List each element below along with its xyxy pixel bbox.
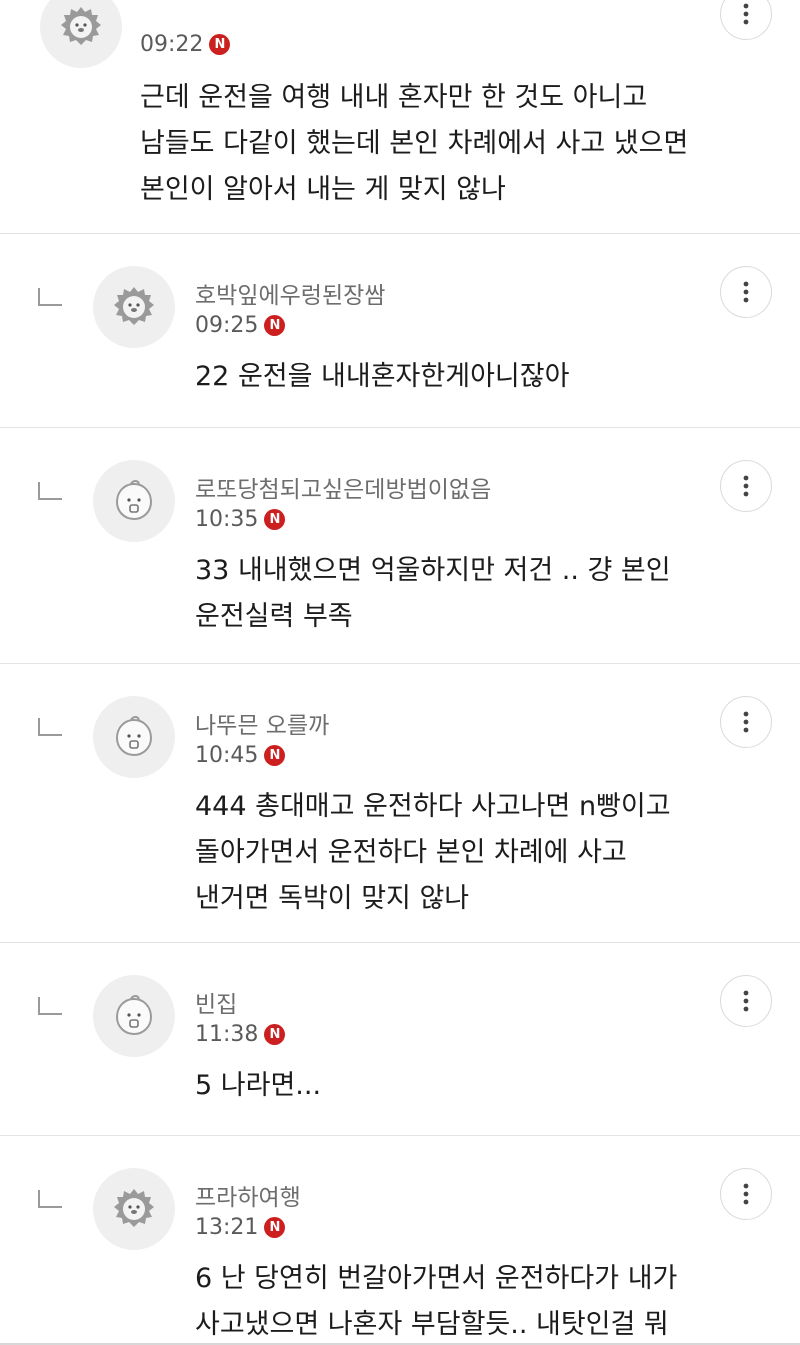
- more-options-button[interactable]: [720, 0, 772, 40]
- peach-avatar-icon: [115, 995, 153, 1036]
- comment-time: 09:25: [195, 313, 259, 338]
- comment-meta: 10:35 N: [195, 507, 286, 532]
- comment-author[interactable]: 빈집: [195, 985, 237, 1019]
- avatar[interactable]: [93, 266, 175, 348]
- comment-line: 본인이 알아서 내는 게 맞지 않나: [140, 174, 506, 205]
- comment-time: 10:35: [195, 507, 259, 532]
- comment-meta: 11:38 N: [195, 1022, 286, 1047]
- comment-line: 근데 운전을 여행 내내 혼자만 한 것도 아니고: [140, 82, 648, 113]
- comment-author[interactable]: 프라하여행: [195, 1178, 301, 1212]
- more-vertical-icon: [743, 475, 749, 497]
- lion-avatar-icon: [114, 287, 154, 325]
- comment-author[interactable]: 나뚜믄 오를까: [195, 706, 329, 740]
- avatar[interactable]: [93, 975, 175, 1057]
- comment-line: 6 난 당연히 번갈아가면서 운전하다가 내가: [195, 1263, 678, 1294]
- more-vertical-icon: [743, 1183, 749, 1205]
- comment-meta: 09:22 N: [140, 32, 231, 57]
- comment-line: 낸거면 독박이 맞지 않나: [195, 883, 470, 914]
- reply-arrow-icon: [38, 718, 62, 736]
- more-options-button[interactable]: [720, 460, 772, 512]
- comment-body: 33 내내했으면 억울하지만 저건 .. 걍 본인 운전실력 부족: [195, 548, 671, 640]
- avatar[interactable]: [93, 1168, 175, 1250]
- comment-item: 09:22 N 근데 운전을 여행 내내 혼자만 한 것도 아니고 남들도 다같…: [0, 0, 800, 234]
- comment-line: 사고냈으면 나혼자 부담할듯.. 내탓인걸 뭐: [195, 1309, 669, 1340]
- more-vertical-icon: [743, 3, 749, 25]
- lion-avatar-icon: [114, 1189, 154, 1227]
- more-vertical-icon: [743, 281, 749, 303]
- new-badge: N: [264, 315, 286, 336]
- comment-line: 444 총대매고 운전하다 사고나면 n빵이고: [195, 791, 671, 822]
- new-badge: N: [264, 509, 286, 530]
- comment-meta: 10:45 N: [195, 743, 286, 768]
- comment-time: 13:21: [195, 1215, 259, 1240]
- comment-line: 남들도 다같이 했는데 본인 차례에서 사고 냈으면: [140, 128, 689, 159]
- peach-avatar-icon: [115, 716, 153, 757]
- new-badge: N: [264, 745, 286, 766]
- new-badge: N: [264, 1024, 286, 1045]
- more-vertical-icon: [743, 990, 749, 1012]
- comment-item: 프라하여행 13:21 N 6 난 당연히 번갈아가면서 운전하다가 내가 사고…: [0, 1136, 800, 1345]
- reply-arrow-icon: [38, 997, 62, 1015]
- comment-item: 빈집 11:38 N 5 나라면...: [0, 943, 800, 1136]
- comment-item: 호박잎에우렁된장쌈 09:25 N 22 운전을 내내혼자한게아니잖아: [0, 234, 800, 428]
- avatar[interactable]: [93, 460, 175, 542]
- more-options-button[interactable]: [720, 1168, 772, 1220]
- more-options-button[interactable]: [720, 975, 772, 1027]
- comment-line: 5 나라면...: [195, 1070, 322, 1101]
- more-vertical-icon: [743, 711, 749, 733]
- reply-arrow-icon: [38, 288, 62, 306]
- more-options-button[interactable]: [720, 696, 772, 748]
- reply-arrow-icon: [38, 482, 62, 500]
- comment-author[interactable]: 로또당첨되고싶은데방법이없음: [195, 470, 491, 504]
- comment-body: 5 나라면...: [195, 1063, 321, 1109]
- lion-avatar-icon: [61, 7, 101, 45]
- comment-line: 돌아가면서 운전하다 본인 차례에 사고: [195, 837, 627, 868]
- comment-body: 22 운전을 내내혼자한게아니잖아: [195, 354, 569, 400]
- comment-item: 나뚜믄 오를까 10:45 N 444 총대매고 운전하다 사고나면 n빵이고 …: [0, 664, 800, 943]
- comment-line: 운전실력 부족: [195, 601, 353, 632]
- comment-body: 근데 운전을 여행 내내 혼자만 한 것도 아니고 남들도 다같이 했는데 본인…: [140, 75, 688, 213]
- comment-line: 33 내내했으면 억울하지만 저건 .. 걍 본인: [195, 555, 671, 586]
- peach-avatar-icon: [115, 480, 153, 521]
- comment-body: 444 총대매고 운전하다 사고나면 n빵이고 돌아가면서 운전하다 본인 차례…: [195, 784, 671, 922]
- comment-time: 09:22: [140, 32, 204, 57]
- reply-arrow-icon: [38, 1190, 62, 1208]
- new-badge: N: [209, 34, 231, 55]
- comment-time: 11:38: [195, 1022, 259, 1047]
- comment-meta: 13:21 N: [195, 1215, 286, 1240]
- comment-item: 로또당첨되고싶은데방법이없음 10:35 N 33 내내했으면 억울하지만 저건…: [0, 428, 800, 664]
- comment-line: 22 운전을 내내혼자한게아니잖아: [195, 361, 570, 392]
- comment-meta: 09:25 N: [195, 313, 286, 338]
- new-badge: N: [264, 1217, 286, 1238]
- more-options-button[interactable]: [720, 266, 772, 318]
- avatar[interactable]: [40, 0, 122, 68]
- comment-author[interactable]: 호박잎에우렁된장쌈: [195, 276, 385, 310]
- comment-body: 6 난 당연히 번갈아가면서 운전하다가 내가 사고냈으면 나혼자 부담할듯..…: [195, 1256, 677, 1345]
- avatar[interactable]: [93, 696, 175, 778]
- comment-time: 10:45: [195, 743, 259, 768]
